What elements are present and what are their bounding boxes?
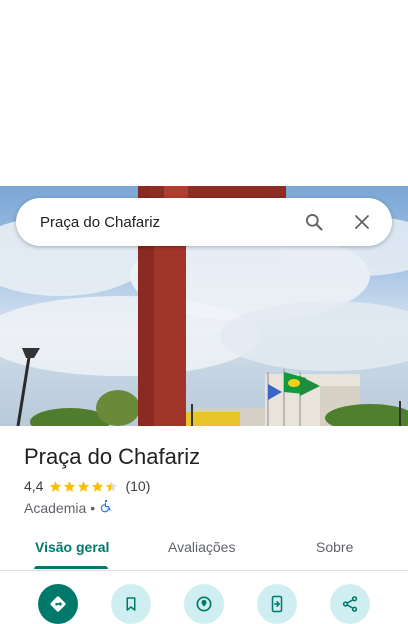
share-icon <box>342 596 358 612</box>
nearby-button[interactable] <box>184 584 224 624</box>
send-to-phone-icon <box>271 595 283 613</box>
review-count[interactable]: (10) <box>125 478 150 494</box>
half-star-icon <box>106 480 118 492</box>
rating-value: 4,4 <box>24 478 44 494</box>
tab-about[interactable]: Sobre <box>316 539 353 555</box>
separator: • <box>90 499 96 516</box>
share-button[interactable] <box>330 584 370 624</box>
active-tab-indicator <box>34 566 108 569</box>
place-title: Praça do Chafariz <box>24 444 201 469</box>
star-icon <box>64 480 76 492</box>
search-bar[interactable]: Praça do Chafariz <box>16 198 392 246</box>
star-icon <box>92 480 104 492</box>
star-icon <box>50 480 62 492</box>
close-icon[interactable] <box>350 210 374 234</box>
search-icon[interactable] <box>302 210 326 234</box>
wheelchair-icon <box>99 499 113 516</box>
star-icon <box>78 480 90 492</box>
tab-bar: Visão geral Avaliações Sobre <box>0 528 408 571</box>
nearby-icon <box>196 596 212 612</box>
rating-row[interactable]: 4,4 (10) <box>24 478 150 494</box>
directions-icon <box>50 596 66 612</box>
save-button[interactable] <box>111 584 151 624</box>
category-row: Academia • <box>24 499 113 516</box>
place-category: Academia <box>24 499 87 516</box>
bookmark-icon <box>126 597 136 611</box>
action-bar <box>0 584 408 624</box>
tab-overview[interactable]: Visão geral <box>35 539 109 555</box>
tab-reviews[interactable]: Avaliações <box>168 539 235 555</box>
star-rating <box>49 480 119 493</box>
send-to-phone-button[interactable] <box>257 584 297 624</box>
search-input[interactable]: Praça do Chafariz <box>40 214 302 231</box>
directions-button[interactable] <box>38 584 78 624</box>
